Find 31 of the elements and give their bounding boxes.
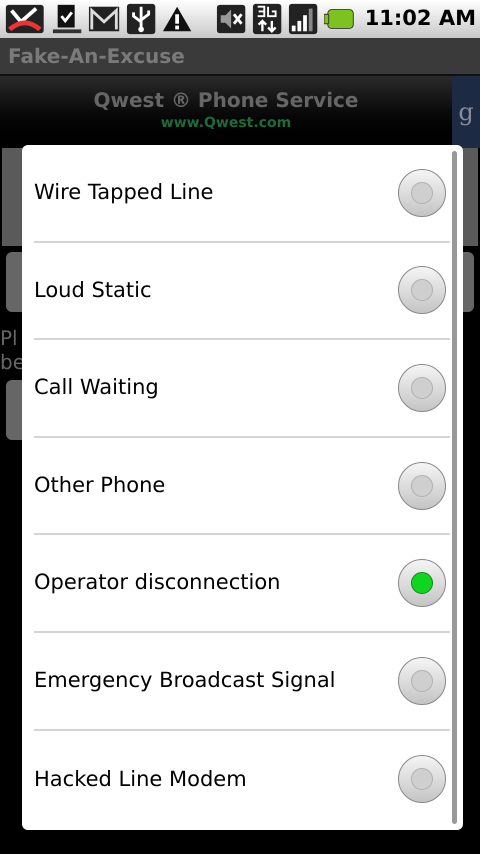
option-label: Hacked Line Modem	[34, 766, 247, 793]
radio-button[interactable]	[398, 755, 446, 804]
option-label: Other Phone	[34, 472, 166, 499]
mute-icon	[216, 3, 246, 35]
ad-banner[interactable]: Qwest ® Phone Service www.Qwest.com	[0, 76, 452, 148]
signal-icon	[288, 2, 318, 36]
mobile-data-icon	[252, 2, 282, 36]
mail-icon	[88, 4, 120, 34]
missed-call-icon	[4, 2, 46, 36]
scrollbar[interactable]	[452, 151, 457, 824]
background-text: Pl	[0, 326, 18, 350]
app-title: Fake-An-Excuse	[8, 43, 185, 70]
status-time: 11:02 AM	[364, 5, 476, 32]
option-label: Wire Tapped Line	[34, 179, 214, 206]
radio-button[interactable]	[398, 656, 446, 705]
radio-button[interactable]	[398, 168, 446, 217]
radio-button[interactable]	[398, 364, 446, 412]
option-label: Operator disconnection	[34, 569, 280, 596]
ad-title: Qwest ® Phone Service	[94, 88, 358, 113]
side-tab[interactable]: g	[452, 76, 480, 148]
warning-icon	[162, 4, 192, 34]
option-label: Loud Static	[34, 276, 152, 304]
option-label: Call Waiting	[34, 374, 159, 402]
radio-button[interactable]	[398, 462, 446, 510]
radio-button[interactable]	[398, 266, 446, 314]
ad-url: www.Qwest.com	[160, 114, 292, 133]
usb-icon	[126, 2, 156, 36]
option-label: Emergency Broadcast Signal	[34, 667, 336, 694]
download-done-icon	[52, 2, 82, 36]
radio-button[interactable]	[398, 559, 446, 608]
battery-icon	[324, 8, 355, 30]
